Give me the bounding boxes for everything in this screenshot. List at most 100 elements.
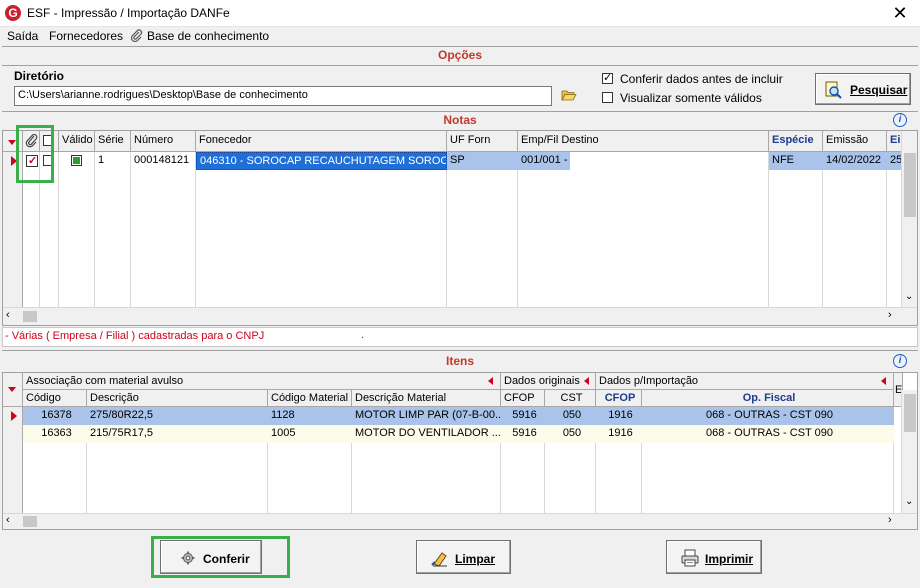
imprimir-button[interactable]: Imprimir [666,540,762,574]
notas-grid: Válido Série Número Fonecedor UF Forn Em… [2,130,918,326]
itens-vertical-scrollbar[interactable]: ⌄ [901,390,917,513]
current-row-arrow-icon [11,411,17,421]
paperclip-icon [130,29,143,43]
col-sep [517,152,518,307]
imprimir-label: Imprimir [705,552,754,566]
col-codigo-material[interactable]: Código Material [268,390,352,407]
info-icon[interactable]: i [893,354,907,368]
cell-serie: 1 [98,154,105,166]
directory-input[interactable]: C:\Users\arianne.rodrigues\Desktop\Base … [14,86,552,106]
search-document-icon [824,81,842,99]
scroll-left-arrow-icon[interactable]: ‹ [6,309,10,321]
sort-arrow-icon [8,387,16,392]
cell-cfop: 5916 [512,409,537,421]
cell-op-fiscal: 068 - OUTRAS - CST 090 [706,409,833,421]
cell-cst: 050 [562,427,582,439]
notas-horizontal-scrollbar[interactable]: ‹ › [3,307,917,325]
group-associacao-label: Associação com material avulso [26,375,184,387]
col-sep [130,152,131,307]
notas-title: Notas [443,113,477,127]
cell-emissao: 14/02/2022 [823,152,887,170]
notas-divider [2,111,918,112]
status-dot: . [361,329,365,341]
menu-saida[interactable]: Saída [7,29,38,43]
menu-base-conhecimento[interactable]: Base de conhecimento [147,29,269,43]
sort-arrow-icon [8,140,16,145]
chk-conferir-dados[interactable]: ✓ [602,73,613,84]
scroll-down-arrow-icon[interactable]: ⌄ [905,496,913,507]
chk-somente-validos[interactable] [602,92,613,103]
menu-fornecedores[interactable]: Fornecedores [49,29,123,43]
scroll-right-arrow-icon[interactable]: › [888,514,892,526]
col-valido[interactable]: Válido [59,131,95,152]
group-dados-importacao-label: Dados p/Importação [599,375,699,387]
group-dados-importacao: Dados p/Importação [596,373,894,390]
scroll-left-arrow-icon[interactable]: ‹ [6,514,10,526]
cell-fornecedor[interactable]: 046310 - SOROCAP RECAUCHUTAGEM SOROC... [196,152,447,170]
group-dados-originais: Dados originais [501,373,596,390]
status-message: - Várias ( Empresa / Filial ) cadastrada… [5,330,265,342]
folder-open-icon[interactable] [561,88,577,102]
col-codigo[interactable]: Código [23,390,87,407]
scrollbar-thumb[interactable] [904,153,916,217]
window-title: ESF - Impressão / Importação DANFe [27,6,230,20]
scrollbar-thumb[interactable] [23,516,37,527]
valid-square-icon [73,157,80,164]
col-cst[interactable]: CST [545,390,596,407]
scroll-down-arrow-icon[interactable]: ⌄ [905,291,913,302]
scrollbar-thumb[interactable] [904,394,916,432]
col-serie[interactable]: Série [95,131,131,152]
col-cfop-original[interactable]: CFOP [501,390,545,407]
chk-validos-label: Visualizar somente válidos [620,91,762,105]
table-row[interactable]: 16378 275/80R22,5 1128 MOTOR LIMP PAR (0… [23,407,894,425]
col-uf-forn[interactable]: UF Forn [447,131,518,152]
row-indicator [3,407,23,425]
opcoes-divider-bottom [2,65,918,66]
scroll-right-arrow-icon[interactable]: › [888,309,892,321]
col-sep [768,152,769,307]
cell-cfop-importacao: 1916 [608,409,633,421]
highlight-annotation [151,536,290,578]
cell-numero: 000148121 [134,154,190,166]
col-emissao[interactable]: Emissão [823,131,887,152]
group-associacao: Associação com material avulso [23,373,501,390]
valido-indicator [71,155,82,166]
info-icon[interactable]: i [893,113,907,127]
cell-descricao-material: MOTOR LIMP PAR (07-B-00... [355,409,501,421]
col-sep [822,152,823,307]
scrollbar-thumb[interactable] [23,311,37,322]
cell-descricao: 215/75R17,5 [90,427,153,439]
eraser-icon [431,549,449,567]
opcoes-title: Opções [437,48,482,62]
col-sep [886,152,887,307]
cell-uf: SP [447,152,518,170]
col-fornecedor[interactable]: Fonecedor [196,131,447,152]
notas-vertical-scrollbar[interactable]: ⌄ [901,131,917,307]
col-descricao[interactable]: Descrição [87,390,268,407]
chk-conferir-label: Conferir dados antes de incluir [620,72,783,86]
col-sep [94,152,95,307]
cell-destino: 001/001 - [518,152,570,170]
col-especie[interactable]: Espécie [769,131,823,152]
col-sep [446,152,447,307]
table-row[interactable]: 16363 215/75R17,5 1005 MOTOR DO VENTILAD… [23,425,894,443]
col-cfop-importacao[interactable]: CFOP [596,390,642,407]
close-window-button[interactable]: ✕ [885,2,915,24]
col-numero[interactable]: Número [131,131,196,152]
cell-cfop: 5916 [512,427,537,439]
limpar-button[interactable]: Limpar [416,540,511,574]
cell-codigo: 16363 [41,427,72,439]
table-row[interactable]: ✓ 1 000148121 046310 - SOROCAP RECAUCHUT… [23,152,903,170]
collapse-group-icon[interactable] [584,377,589,385]
pesquisar-button[interactable]: Pesquisar [815,73,911,105]
col-sep [58,152,59,307]
col-descricao-material[interactable]: Descrição Material [352,390,501,407]
col-emp-fil-destino[interactable]: Emp/Fil Destino [518,131,769,152]
col-op-fiscal[interactable]: Op. Fiscal [642,390,894,407]
itens-horizontal-scrollbar[interactable]: ‹ › [3,513,917,529]
highlight-annotation [16,125,54,183]
itens-title: Itens [445,354,474,368]
collapse-group-icon[interactable] [488,377,493,385]
row-indicator-header [3,373,23,407]
collapse-group-icon[interactable] [881,377,886,385]
